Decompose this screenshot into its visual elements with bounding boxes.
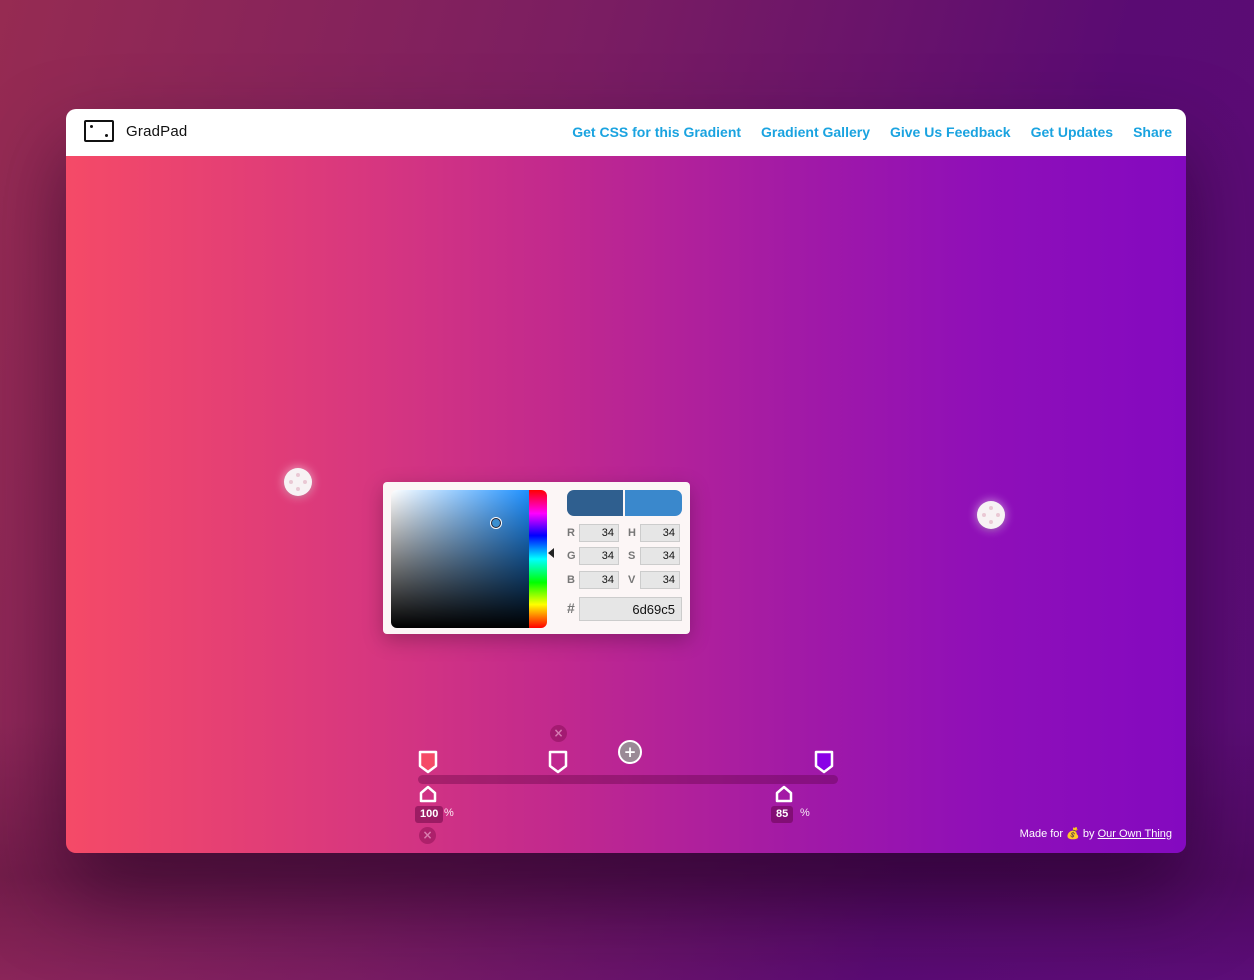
hex-label: # [567, 600, 575, 616]
nav-get-updates[interactable]: Get Updates [1031, 124, 1113, 140]
label-h: H [628, 527, 636, 539]
footer-link[interactable]: Our Own Thing [1098, 828, 1172, 840]
color-stop-3[interactable] [814, 750, 834, 774]
midpoint-2-value[interactable]: 85 [771, 806, 794, 823]
field-b[interactable]: 34 [579, 571, 619, 589]
field-v[interactable]: 34 [640, 571, 680, 589]
footer-by: by [1082, 828, 1095, 840]
color-stop-2[interactable] [548, 750, 568, 774]
footer-made-for: Made for [1019, 828, 1064, 840]
color-picker: R 34 H 34 G 34 S 34 B 34 V 34 # 6d69c5 [383, 482, 690, 634]
nav-gradient-gallery[interactable]: Gradient Gallery [761, 124, 870, 140]
label-g: G [567, 550, 576, 562]
saturation-value-area[interactable] [391, 490, 529, 628]
field-h[interactable]: 34 [640, 524, 680, 542]
remove-midpoint-button[interactable]: × [419, 827, 436, 844]
nav-feedback[interactable]: Give Us Feedback [890, 124, 1011, 140]
field-r[interactable]: 34 [579, 524, 619, 542]
field-g[interactable]: 34 [579, 547, 619, 565]
current-color-swatch [625, 490, 682, 516]
color-stop-1[interactable] [418, 750, 438, 774]
field-s[interactable]: 34 [640, 547, 680, 565]
midpoint-handle-2[interactable] [774, 785, 794, 803]
gradient-canvas[interactable]: R 34 H 34 G 34 S 34 B 34 V 34 # 6d69c5 ×… [66, 156, 1186, 853]
gradient-end-handle[interactable] [977, 501, 1005, 529]
app-window: GradPad Get CSS for this Gradient Gradie… [66, 109, 1186, 853]
midpoint-1-unit: % [444, 807, 454, 819]
midpoint-handle-1[interactable] [418, 785, 438, 803]
nav-links: Get CSS for this Gradient Gradient Galle… [572, 124, 1172, 140]
label-r: R [567, 527, 575, 539]
logo-icon [84, 120, 114, 142]
label-s: S [628, 550, 636, 562]
logo[interactable]: GradPad [84, 120, 187, 142]
midpoint-1-value[interactable]: 100 [415, 806, 444, 823]
gradient-track[interactable] [418, 775, 838, 784]
label-b: B [567, 574, 575, 586]
hue-slider[interactable] [529, 490, 547, 628]
sv-cursor[interactable] [491, 518, 501, 528]
label-v: V [628, 574, 636, 586]
add-stop-button[interactable]: + [618, 740, 642, 764]
midpoint-2-unit: % [800, 807, 810, 819]
top-bar: GradPad Get CSS for this Gradient Gradie… [66, 109, 1186, 156]
nav-get-css[interactable]: Get CSS for this Gradient [572, 124, 741, 140]
gradient-start-handle[interactable] [284, 468, 312, 496]
app-name: GradPad [126, 122, 188, 140]
hex-input[interactable]: 6d69c5 [579, 597, 682, 621]
previous-color-swatch[interactable] [567, 490, 623, 516]
money-bag-icon: 💰 [1066, 828, 1080, 840]
remove-stop-button[interactable]: × [550, 725, 567, 742]
hue-pointer-icon[interactable] [548, 548, 554, 558]
nav-share[interactable]: Share [1133, 124, 1172, 140]
footer-credit: Made for 💰 by Our Own Thing [1020, 827, 1172, 840]
